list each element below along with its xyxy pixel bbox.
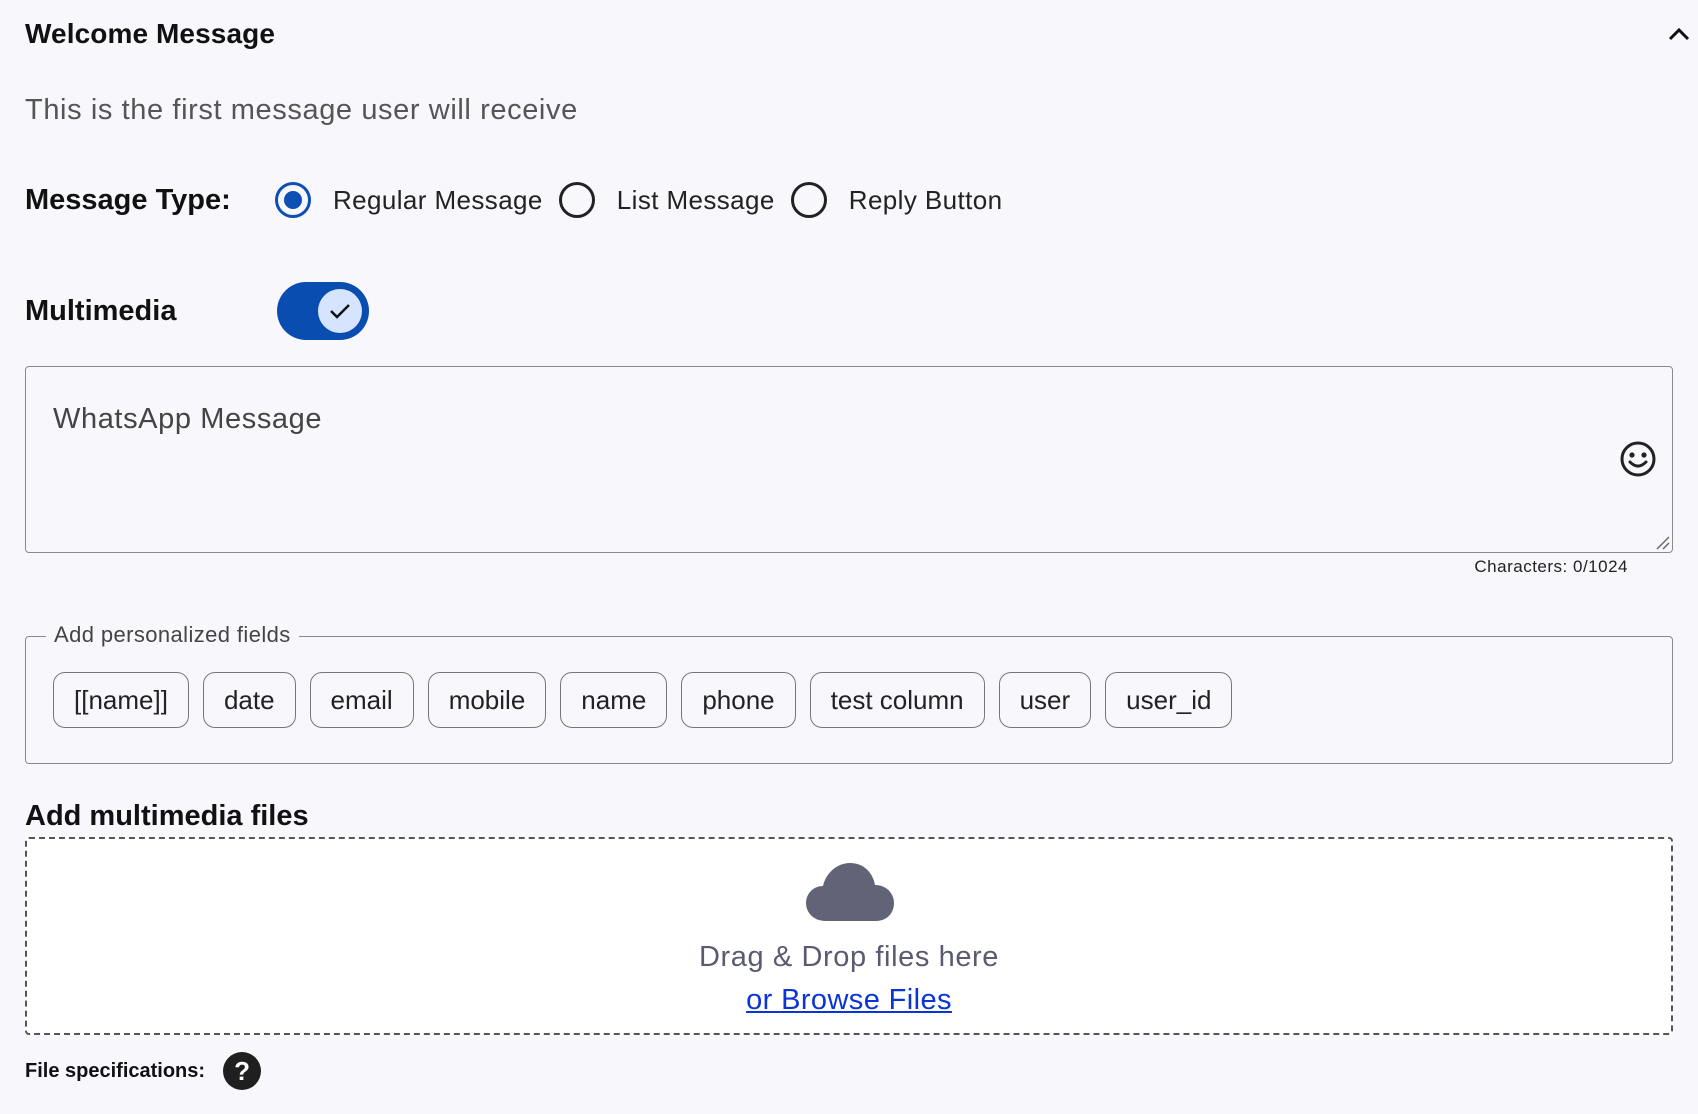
radio-label: List Message — [616, 184, 775, 215]
file-spec-row: File specifications: ? — [25, 1052, 262, 1090]
field-chip[interactable]: date — [202, 672, 296, 728]
radio-unchecked-icon[interactable] — [790, 182, 827, 218]
multimedia-row: Multimedia — [25, 282, 369, 340]
browse-files-link[interactable]: or Browse Files — [746, 984, 952, 1016]
personalized-fields-legend: Add personalized fields — [46, 622, 299, 648]
section-title: Welcome Message — [25, 18, 275, 49]
radio-label: Reply Button — [848, 184, 1003, 215]
message-type-label: Message Type: — [25, 183, 231, 216]
field-chip[interactable]: name — [560, 672, 668, 728]
field-chip[interactable]: test column — [809, 672, 985, 728]
file-spec-label: File specifications: — [25, 1059, 206, 1082]
radio-unchecked-icon[interactable] — [558, 182, 595, 218]
field-chip[interactable]: [[name]] — [53, 672, 189, 728]
multimedia-toggle[interactable] — [277, 282, 369, 340]
help-icon[interactable]: ? — [223, 1052, 262, 1090]
message-type-group: Message Type: Regular Message List Messa… — [25, 176, 1018, 224]
resize-handle-icon[interactable] — [1654, 534, 1670, 550]
multimedia-label: Multimedia — [25, 294, 177, 327]
drag-drop-text: Drag & Drop files here — [698, 941, 1000, 973]
welcome-message-panel: Welcome Message This is the first messag… — [0, 0, 1698, 1114]
message-placeholder: WhatsApp Message — [53, 403, 323, 435]
radio-reply-button[interactable]: Reply Button — [790, 182, 1003, 218]
character-counter: Characters: 0/1024 — [1474, 557, 1628, 576]
field-chip-list: [[name]] date email mobile name phone te… — [53, 672, 1246, 728]
section-header[interactable]: Welcome Message — [25, 14, 1690, 54]
browse-files-container: or Browse Files — [27, 984, 1671, 1017]
field-chip[interactable]: phone — [681, 672, 796, 728]
radio-checked-icon[interactable] — [275, 182, 311, 218]
multimedia-files-title: Add multimedia files — [25, 800, 309, 832]
field-chip[interactable]: user — [998, 672, 1092, 728]
radio-label: Regular Message — [333, 184, 543, 215]
radio-list-message[interactable]: List Message — [558, 182, 775, 218]
field-chip[interactable]: user_id — [1105, 672, 1233, 728]
field-chip[interactable]: mobile — [427, 672, 547, 728]
cloud-icon — [804, 861, 896, 923]
file-dropzone[interactable]: Drag & Drop files here or Browse Files — [25, 837, 1673, 1035]
whatsapp-message-input[interactable]: WhatsApp Message — [25, 366, 1673, 553]
personalized-fields-group: Add personalized fields [[name]] date em… — [25, 622, 1673, 764]
check-icon — [318, 289, 362, 333]
radio-regular-message[interactable]: Regular Message — [275, 182, 543, 218]
smile-icon[interactable] — [1618, 439, 1658, 479]
field-chip[interactable]: email — [309, 672, 414, 728]
section-subtitle: This is the first message user will rece… — [25, 94, 578, 126]
chevron-up-icon[interactable] — [1661, 16, 1697, 52]
